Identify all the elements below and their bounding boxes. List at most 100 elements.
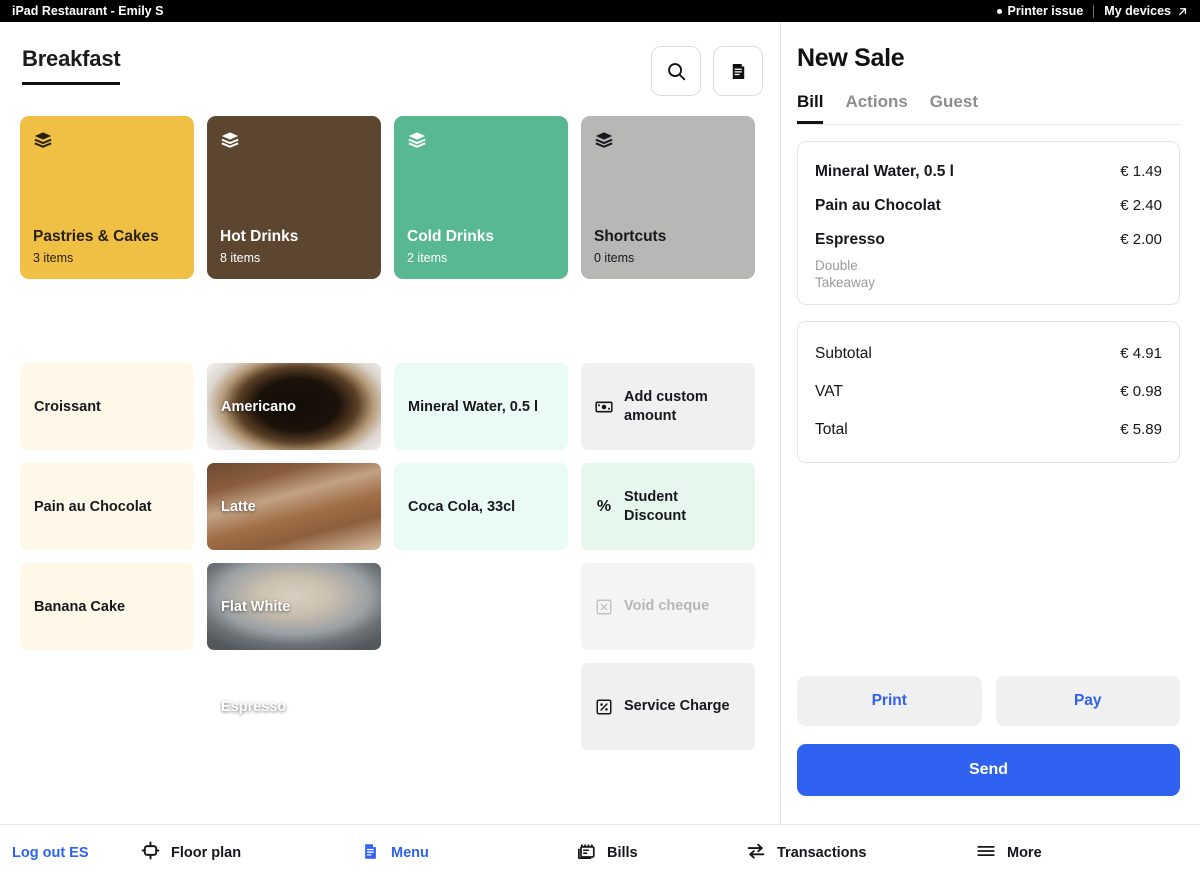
status-bar: iPad Restaurant - Emily S Printer issue … [0,0,1200,22]
category-tile[interactable]: Hot Drinks 8 items [207,116,381,279]
sale-tab[interactable]: Guest [930,92,978,124]
product-label: Latte [221,498,256,515]
product-label: Banana Cake [34,598,126,615]
total-row: Subtotal € 4.91 [815,335,1162,373]
action-label: Void cheque [624,598,710,615]
sale-tab[interactable]: Actions [845,92,907,124]
bill-items-card: Mineral Water, 0.5 l € 1.49 Pain au Choco… [797,141,1180,305]
product-label: Americano [221,398,296,415]
action-tile[interactable]: % Student Discount [581,463,755,550]
category-name: Hot Drinks [220,228,299,246]
search-button[interactable] [651,46,701,96]
product-tile[interactable]: Coca Cola, 33cl [394,463,568,550]
action-tile[interactable]: Add custom amount [581,363,755,450]
nav-label: Menu [391,844,429,861]
nav-icon-wrap [360,840,381,865]
product-tile[interactable]: Croissant [20,363,194,450]
print-button[interactable]: Print [797,676,982,726]
total-value: € 0.98 [1120,383,1162,400]
action-label: Add custom amount [624,389,708,424]
banknote-icon [595,401,613,412]
action-icon-wrap: % [595,497,613,515]
nav-icon-wrap [575,840,597,866]
printer-status[interactable]: Printer issue [996,4,1084,18]
nav-label: Transactions [777,844,867,861]
floorplan-icon [141,841,160,860]
product-column: Americano Latte Flat White Espresso [207,363,381,750]
search-icon [667,62,685,80]
product-label: Flat White [221,598,291,615]
category-tile[interactable]: Shortcuts 0 items [581,116,755,279]
sale-pane: New Sale Bill Actions Guest Mineral Water,… [781,22,1200,824]
pay-button[interactable]: Pay [995,676,1180,726]
product-tile[interactable]: Flat White [207,563,381,650]
product-grid: Croissant Pain au Chocolat Banana Cake Ame… [0,363,780,750]
bill-line-item[interactable]: Pain au Chocolat € 2.40 [815,189,1162,223]
total-label: Subtotal [815,345,872,362]
total-row: Total € 5.89 [815,411,1162,449]
my-devices-button[interactable]: My devices [1104,4,1188,18]
percent-icon: % [596,497,612,515]
nav-item-log-out-es[interactable]: Log out ES [12,845,89,861]
bottom-navigation: Log out ES Floor plan Menu Bills Transac… [0,824,1200,880]
product-tile[interactable]: Pain au Chocolat [20,463,194,550]
category-item-count: 8 items [220,251,261,265]
nav-label: Log out ES [12,844,89,861]
product-tile[interactable]: Mineral Water, 0.5 l [394,363,568,450]
category-name: Cold Drinks [407,228,494,246]
total-value: € 4.91 [1120,345,1162,362]
send-button[interactable]: Send [797,744,1180,796]
printer-status-label: Printer issue [1007,4,1084,18]
product-tile[interactable]: Banana Cake [20,563,194,650]
menu-pane: Breakfast Pastries & Cakes 3 items Hot D… [0,22,781,824]
nav-label: Bills [607,844,638,861]
action-label: Student Discount [624,489,687,524]
category-tile-grid: Pastries & Cakes 3 items Hot Drinks 8 it… [0,96,780,279]
category-icon-wrap [594,130,742,155]
bill-item-name: Mineral Water, 0.5 l [815,163,954,180]
tabs-divider [797,124,1180,125]
product-tile[interactable]: Espresso [207,663,381,750]
category-tile[interactable]: Cold Drinks 2 items [394,116,568,279]
notes-button[interactable] [713,46,763,96]
page-title: New Sale [797,44,905,72]
nav-item-more[interactable]: More [975,840,1042,866]
bill-item-modifier: Double [815,258,858,273]
bill-item-modifier: Takeaway [815,275,876,290]
action-tile[interactable]: Service Charge [581,663,755,750]
product-label: Coca Cola, 33cl [408,498,516,515]
percent-box-icon [596,698,612,715]
hamburger-icon [977,845,995,856]
category-item-count: 0 items [594,251,635,265]
my-devices-label: My devices [1104,4,1171,18]
bill-item-price: € 2.40 [1120,197,1162,214]
product-label: Espresso [221,698,287,715]
bill-item-price: € 2.00 [1120,231,1162,248]
action-icon-wrap [595,598,613,616]
nav-label: Floor plan [171,844,242,861]
nav-label: More [1007,844,1042,861]
topbar-divider [1093,4,1095,18]
nav-item-bills[interactable]: Bills [575,840,638,866]
nav-icon-wrap [140,840,161,865]
sale-tabs: Bill Actions Guest [797,92,1180,124]
product-tile[interactable]: Americano [207,363,381,450]
nav-item-menu[interactable]: Menu [360,840,429,865]
receipt-note-icon [732,63,744,79]
bill-item-price: € 1.49 [1120,163,1162,180]
sale-tab[interactable]: Bill [797,92,824,124]
transfer-icon [747,843,765,859]
status-dot-icon [996,8,1002,14]
category-icon-wrap [33,130,181,155]
bill-item-name: Espresso [815,231,885,248]
nav-item-floor-plan[interactable]: Floor plan [140,840,241,865]
product-label: Mineral Water, 0.5 l [408,398,539,415]
nav-item-transactions[interactable]: Transactions [745,840,866,866]
bill-line-item[interactable]: Espresso € 2.00 [815,223,1162,257]
product-tile[interactable]: Latte [207,463,381,550]
action-label: Service Charge [624,698,730,715]
category-tile[interactable]: Pastries & Cakes 3 items [20,116,194,279]
bill-line-item[interactable]: Mineral Water, 0.5 l € 1.49 [815,155,1162,189]
category-name: Shortcuts [594,228,667,246]
category-tab-breakfast[interactable]: Breakfast [22,46,121,85]
